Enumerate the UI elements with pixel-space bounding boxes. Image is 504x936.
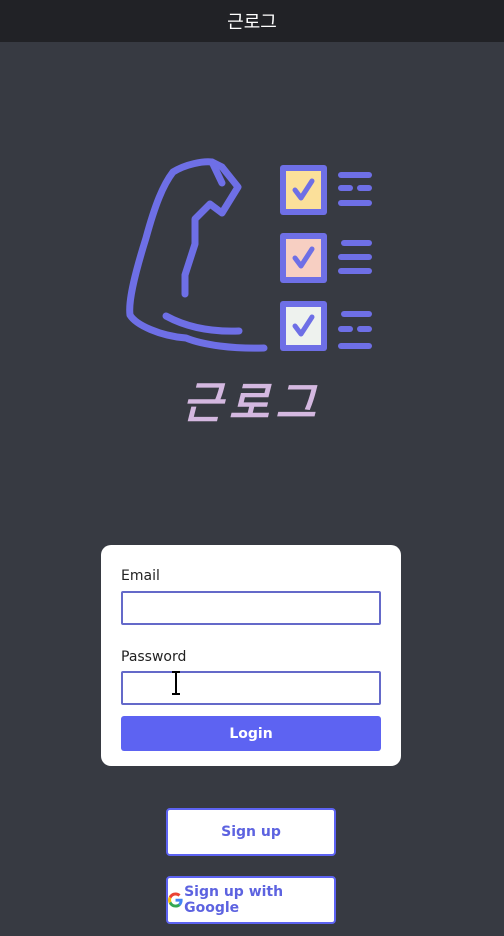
- email-field[interactable]: [121, 591, 381, 625]
- app-logo: 근로그: [126, 158, 372, 429]
- flexed-arm-icon: [126, 158, 268, 352]
- checklist-icon: [280, 165, 372, 351]
- text-cursor-icon: [172, 671, 180, 695]
- google-icon: [168, 892, 183, 908]
- password-label: Password: [121, 649, 187, 665]
- app-title: 근로그: [227, 12, 277, 33]
- signup-button[interactable]: Sign up: [166, 808, 336, 856]
- password-field[interactable]: [121, 671, 381, 705]
- app-header: 근로그: [0, 0, 504, 42]
- google-signup-button[interactable]: Sign up with Google: [166, 876, 336, 924]
- login-card: Email Password Login: [101, 545, 401, 766]
- google-signup-label: Sign up with Google: [184, 884, 284, 916]
- logo-text: 근로그: [182, 378, 321, 429]
- signup-button-label: Sign up: [221, 824, 281, 840]
- login-button[interactable]: Login: [121, 716, 381, 751]
- email-label: Email: [121, 568, 160, 584]
